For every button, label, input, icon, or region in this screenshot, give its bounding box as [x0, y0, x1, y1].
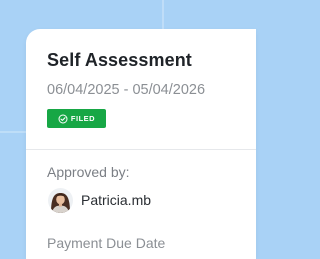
check-circle-icon	[58, 114, 68, 124]
status-badge: FILED	[47, 109, 106, 128]
self-assessment-card[interactable]: Self Assessment 06/04/2025 - 05/04/2026 …	[26, 29, 256, 259]
approver-name: Patricia.mb	[81, 192, 152, 208]
approved-by-label: Approved by:	[47, 164, 130, 180]
divider	[26, 149, 256, 150]
payment-due-date-label: Payment Due Date	[47, 235, 166, 251]
tax-period: 06/04/2025 - 05/04/2026	[47, 82, 206, 98]
avatar	[48, 188, 73, 213]
card-title: Self Assessment	[47, 50, 192, 70]
status-label: FILED	[70, 114, 96, 123]
